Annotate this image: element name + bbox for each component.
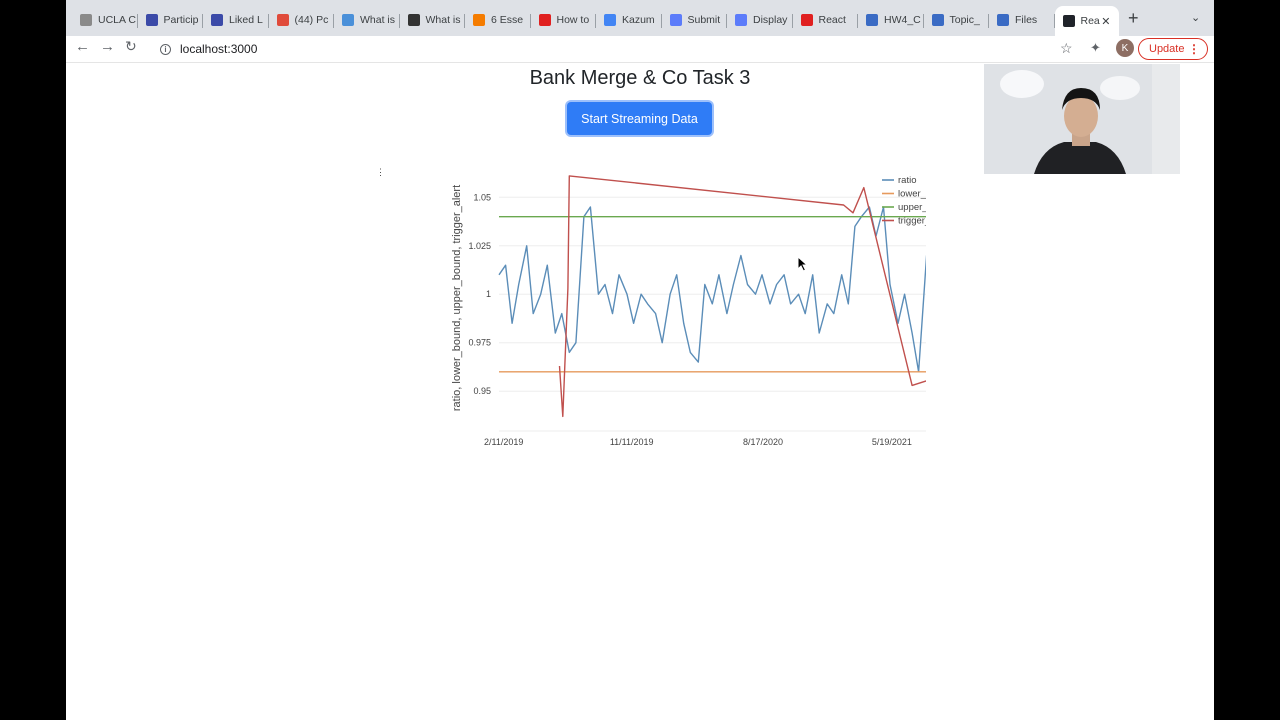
legend-item: trigger_alert [898, 216, 926, 227]
modebar-handle[interactable]: ⋮ [376, 167, 385, 177]
y-tick-label: 0.95 [473, 386, 491, 396]
new-tab-button[interactable]: + [1128, 8, 1139, 29]
browser-tab[interactable]: What is [334, 6, 400, 34]
tab-title: Particip [163, 14, 199, 26]
menu-dots-icon[interactable]: ⋮ [1188, 42, 1200, 56]
react-icon [1062, 15, 1075, 27]
gem-icon [735, 14, 747, 26]
chart-svg: 0.95 0.975 1 1.025 1.05 2/11/2019 11/11/2019 8/… [376, 167, 966, 447]
y-tick-label: 1 [486, 289, 491, 299]
ucla-icon [80, 14, 92, 26]
tab-search-button[interactable]: ⌄ [1191, 11, 1200, 24]
webcam-overlay [984, 64, 1180, 174]
legend-item: lower_bound [898, 189, 926, 200]
tab-title: Topic_ [949, 14, 980, 26]
campuswire-icon [145, 14, 158, 26]
tab-title: What is [360, 14, 396, 26]
browser-window: UCLA C Particip Liked L (44) Pc What is What … [66, 0, 1214, 720]
browser-tab[interactable]: 6 Esse [465, 6, 531, 34]
address-bar[interactable]: i localhost:3000 [160, 39, 1040, 59]
update-button[interactable]: Update ⋮ [1138, 38, 1208, 60]
tab-title: Display [753, 14, 788, 26]
browser-tab[interactable]: Display [727, 6, 793, 34]
browser-tab[interactable]: Files [989, 6, 1055, 34]
tab-title: 6 Esse [491, 14, 524, 26]
update-label: Update [1149, 43, 1185, 55]
tab-title: Submit [687, 14, 721, 26]
bookmark-star-icon[interactable]: ☆ [1060, 40, 1073, 57]
tab-title: Files [1015, 14, 1038, 26]
mouse-cursor-icon [797, 256, 809, 272]
x-tick-label: 2/11/2019 [484, 437, 523, 447]
tab-title: Liked L [229, 14, 263, 26]
tab-title: Kazum [622, 14, 655, 26]
browser-tab[interactable]: Topic_ [924, 6, 989, 34]
ucla-box-icon [931, 14, 944, 26]
profile-avatar[interactable]: K [1116, 39, 1134, 57]
web-icon [342, 14, 354, 26]
tab-strip: UCLA C Particip Liked L (44) Pc What is What … [66, 0, 1214, 36]
ucla-box-icon [997, 14, 1009, 26]
x-tick-label: 11/11/2019 [610, 437, 654, 447]
tab-title: What is [425, 14, 461, 26]
series-line-ratio [498, 206, 963, 373]
y-tick-label: 1.05 [473, 192, 491, 202]
tab-title: How to [556, 14, 590, 26]
tab-title: Rea [1080, 15, 1100, 27]
legend-item: upper_bound [898, 202, 926, 213]
browser-tab[interactable]: What is [400, 6, 465, 34]
browser-tab[interactable]: Particip [138, 6, 203, 34]
forward-icon[interactable]: → [100, 38, 115, 55]
ratio-chart: 0.95 0.975 1 1.025 1.05 2/11/2019 11/11/2019 8/… [366, 160, 966, 465]
browser-tab[interactable]: How to [531, 6, 596, 34]
browser-tab[interactable]: React [793, 6, 858, 34]
tab-title: UCLA C [98, 14, 136, 26]
start-streaming-button[interactable]: Start Streaming Data [567, 102, 712, 135]
browser-tab[interactable]: (44) Pc [269, 6, 334, 34]
tab-title: React [818, 14, 846, 26]
campuswire-icon [211, 14, 223, 26]
tab-title: (44) Pc [294, 14, 329, 26]
browser-toolbar: ← → ↻ i localhost:3000 ☆ ✦ K Update ⋮ [66, 36, 1214, 63]
y-tick-label: 1.025 [468, 241, 491, 251]
youtube-icon [800, 14, 813, 26]
blogger-icon [473, 14, 485, 26]
browser-tab[interactable]: HW4_C [858, 6, 924, 34]
site-info-icon[interactable]: i [160, 43, 171, 55]
browser-tab[interactable]: UCLA C [72, 6, 138, 34]
hackerrank-icon [276, 14, 289, 26]
github-icon [407, 14, 420, 26]
browser-tab[interactable]: Liked L [203, 6, 269, 34]
back-icon[interactable]: ← [75, 38, 90, 55]
x-tick-label: 8/17/2020 [743, 437, 783, 447]
y-axis-label: ratio, lower_bound, upper_bound, trigger… [451, 185, 463, 411]
browser-tab[interactable]: Submit [662, 6, 727, 34]
y-tick-label: 0.975 [468, 338, 491, 348]
docs-icon [604, 14, 616, 26]
tab-title: HW4_C [884, 14, 921, 26]
browser-tab[interactable]: Rea ✕ [1054, 6, 1119, 36]
legend-item: ratio [898, 175, 916, 186]
extensions-icon[interactable]: ✦ [1090, 40, 1101, 56]
gem-icon [669, 14, 682, 26]
reload-icon[interactable]: ↻ [125, 38, 137, 55]
url-text: localhost:3000 [180, 42, 258, 56]
youtube-icon [538, 14, 551, 26]
browser-tab[interactable]: Kazum [596, 6, 662, 34]
ucla-box-icon [866, 14, 878, 26]
close-tab-icon[interactable]: ✕ [1101, 15, 1110, 28]
x-tick-label: 5/19/2021 [872, 437, 912, 447]
